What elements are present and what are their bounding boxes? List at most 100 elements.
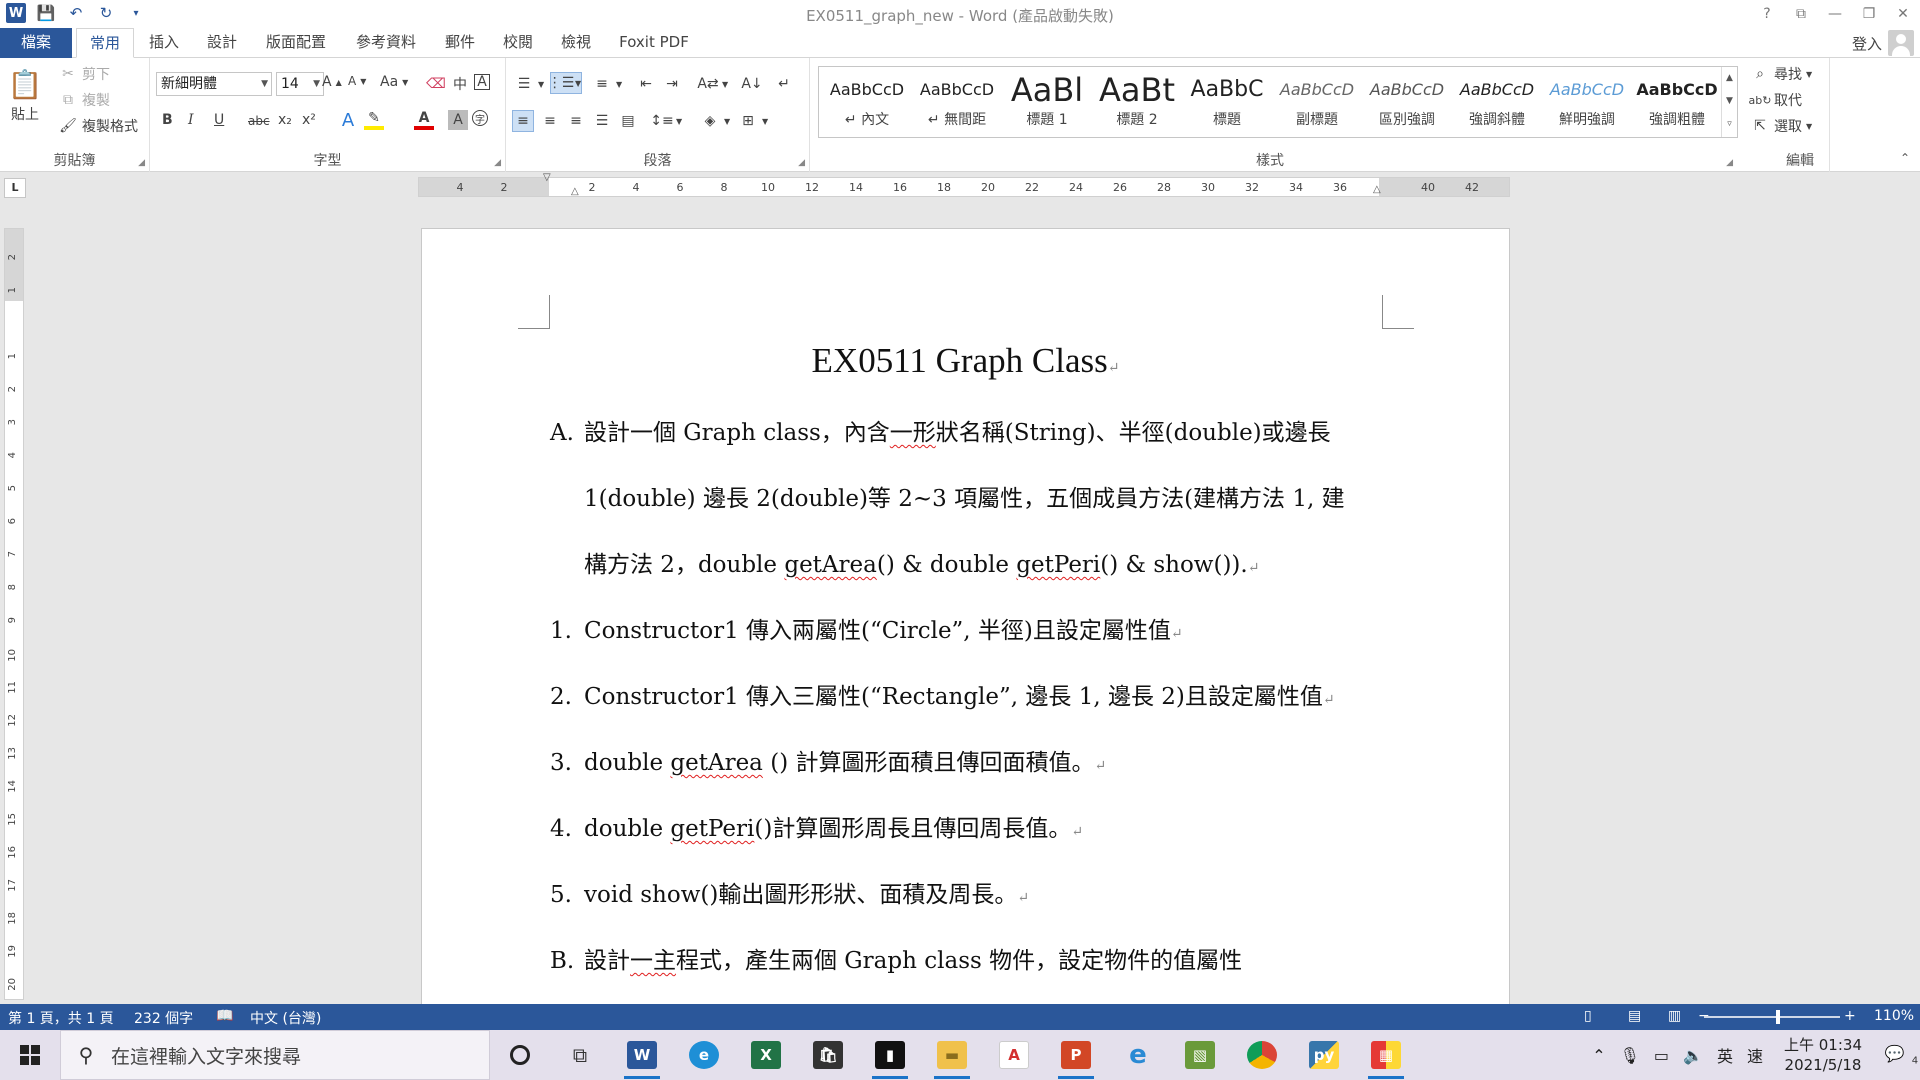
list-item-a[interactable]: A. 設計一個 Graph class，內含一形狀名稱(String)、半徑(do… — [550, 413, 1331, 447]
character-shading-button[interactable]: A — [448, 110, 468, 130]
first-line-indent-marker[interactable]: ▽ — [543, 172, 551, 183]
page-count[interactable]: 第 1 頁，共 1 頁 — [8, 1008, 114, 1028]
signin-area[interactable]: 登入 — [1852, 30, 1914, 56]
style-strong[interactable]: AaBbCcD 強調粗體 — [1633, 71, 1721, 133]
battery-icon[interactable]: ▭ — [1654, 1046, 1669, 1065]
list-item-b[interactable]: B. 設計一主程式，產生兩個 Graph class 物件，設定物件的值屬性 — [550, 941, 1242, 975]
distributed-button[interactable]: ▤ — [618, 111, 638, 131]
vertical-ruler[interactable]: 2 1 1 2 3 4 5 6 7 8 9 10 11 12 13 14 15 … — [4, 228, 24, 1000]
tab-references[interactable]: 參考資料 — [352, 28, 420, 58]
chevron-up-icon[interactable]: ⌃ — [1592, 1046, 1605, 1065]
cut-button[interactable]: ✂ 剪下 — [58, 64, 110, 84]
style-title[interactable]: AaBbC 標題 — [1183, 71, 1271, 133]
chevron-down-icon[interactable]: ▼ — [1722, 90, 1737, 113]
zoom-slider[interactable] — [1704, 1016, 1840, 1018]
taskbar-terminal[interactable]: ▮ — [870, 1037, 910, 1079]
document-page[interactable]: EX0511 Graph Class↵ A. 設計一個 Graph class，內… — [421, 228, 1510, 1004]
borders-button[interactable]: ⊞ ▼ — [738, 111, 768, 131]
ribbon-display-button[interactable]: ⧉ — [1784, 0, 1818, 28]
enclose-characters-button[interactable]: 字 — [472, 110, 488, 126]
volume-icon[interactable]: 🔈 — [1683, 1046, 1703, 1065]
numbering-button[interactable]: ⋮☰ ▼ — [548, 72, 583, 94]
right-indent-marker[interactable]: △ — [1373, 184, 1381, 195]
text-direction-button[interactable]: A⇄ ▼ — [697, 74, 728, 94]
decrease-indent-button[interactable]: ⇤ — [636, 74, 656, 94]
collapse-ribbon-icon[interactable]: ⌃ — [1900, 151, 1910, 165]
list-item-3[interactable]: 3. double getArea () 計算圖形面積且傳回面積值。↵ — [550, 743, 1106, 777]
style-subtitle[interactable]: AaBbCcD 副標題 — [1273, 71, 1361, 133]
tab-layout[interactable]: 版面配置 — [262, 28, 330, 58]
web-layout-icon[interactable]: ▥ — [1668, 1008, 1681, 1024]
taskbar-chrome[interactable] — [1242, 1037, 1282, 1073]
style-heading-2[interactable]: AaBt 標題 2 — [1093, 71, 1181, 133]
subscript-button[interactable]: x₂ — [278, 112, 292, 128]
taskbar-edge[interactable]: e — [684, 1037, 724, 1073]
strikethrough-button[interactable]: abc — [248, 114, 270, 128]
taskbar-search[interactable]: ⚲ 在這裡輸入文字來搜尋 — [60, 1030, 490, 1080]
multilevel-list-button[interactable]: ≡ ▼ — [592, 74, 622, 94]
signin-link[interactable]: 登入 — [1852, 33, 1882, 54]
zoom-slider-thumb[interactable] — [1776, 1010, 1780, 1024]
select-button[interactable]: ⇱ 選取 ▼ — [1750, 116, 1812, 136]
clipboard-launcher-icon[interactable]: ◢ — [138, 158, 145, 168]
ime-mode[interactable]: 速 — [1747, 1043, 1763, 1067]
taskbar-powerpoint[interactable]: P — [1056, 1037, 1096, 1079]
bullets-button[interactable]: ☰ ▼ — [514, 74, 544, 94]
align-left-button[interactable]: ≡ — [512, 110, 534, 132]
list-item-5[interactable]: 5. void show()輸出圖形形狀、面積及周長。↵ — [550, 875, 1029, 909]
find-button[interactable]: ⌕ 尋找 ▼ — [1750, 64, 1812, 84]
taskbar-acrobat[interactable]: A — [994, 1037, 1034, 1073]
taskbar-excel[interactable]: X — [746, 1037, 786, 1073]
sort-button[interactable]: A↓ — [741, 74, 762, 94]
list-item-a-line-2[interactable]: 1(double) 邊長 2(double)等 2~3 項屬性，五個成員方法(建… — [584, 479, 1345, 513]
superscript-button[interactable]: x² — [302, 112, 316, 128]
style-heading-1[interactable]: AaBl 標題 1 — [1003, 71, 1091, 133]
word-count[interactable]: 232 個字 — [134, 1008, 193, 1028]
document-title[interactable]: EX0511 Graph Class↵ — [422, 341, 1509, 381]
style-subtle-emphasis[interactable]: AaBbCcD 區別強調 — [1363, 71, 1451, 133]
shrink-font-button[interactable]: A ▼ — [348, 74, 366, 88]
tab-view[interactable]: 檢視 — [558, 28, 594, 58]
zoom-in-button[interactable]: + — [1844, 1008, 1856, 1024]
paste-button[interactable]: 📋 貼上 — [8, 66, 43, 124]
paragraph-launcher-icon[interactable]: ◢ — [798, 158, 805, 168]
task-view-button[interactable]: ⧉ — [560, 1037, 600, 1073]
zoom-level[interactable]: 110% — [1874, 1008, 1914, 1024]
change-case-button[interactable]: Aa ▼ — [380, 74, 408, 90]
cortana-button[interactable] — [500, 1037, 540, 1073]
tab-file[interactable]: 檔案 — [0, 28, 72, 58]
style-emphasis[interactable]: AaBbCcD 強調斜體 — [1453, 71, 1541, 133]
horizontal-ruler[interactable]: 4 2 2 4 6 8 10 12 14 16 18 20 22 24 26 2… — [418, 172, 1510, 197]
ime-language[interactable]: 英 — [1717, 1043, 1733, 1067]
clock[interactable]: 上午 01:34 2021/5/18 — [1784, 1035, 1862, 1075]
list-item-1[interactable]: 1. Constructor1 傳入兩屬性(“Circle”, 半徑)且設定屬性值… — [550, 611, 1183, 645]
text-effects-button[interactable]: A — [338, 110, 358, 131]
grow-font-button[interactable]: A ▲ — [322, 74, 342, 90]
increase-indent-button[interactable]: ⇥ — [662, 74, 682, 94]
list-item-2[interactable]: 2. Constructor1 傳入三屬性(“Rectangle”, 邊長 1, … — [550, 677, 1335, 711]
tab-home[interactable]: 常用 — [76, 28, 134, 58]
styles-launcher-icon[interactable]: ◢ — [1726, 158, 1733, 168]
taskbar-store[interactable]: 🛍 — [808, 1037, 848, 1073]
taskbar-file-explorer[interactable]: ▬ — [932, 1037, 972, 1079]
character-border-button[interactable]: A — [474, 74, 490, 90]
tab-mailings[interactable]: 郵件 — [442, 28, 478, 58]
phonetic-guide-button[interactable]: 中 — [450, 74, 470, 94]
align-right-button[interactable]: ≡ — [566, 111, 586, 131]
style-normal[interactable]: AaBbCcD ↵ 內文 — [823, 71, 911, 133]
bold-button[interactable]: B — [162, 112, 173, 128]
tab-selector[interactable]: L — [4, 178, 26, 198]
hanging-indent-marker[interactable]: △ — [571, 186, 579, 197]
copy-button[interactable]: ⧉ 複製 — [58, 90, 110, 110]
font-launcher-icon[interactable]: ◢ — [494, 158, 501, 168]
style-no-spacing[interactable]: AaBbCcD ↵ 無間距 — [913, 71, 1001, 133]
start-button[interactable] — [0, 1030, 60, 1080]
clear-formatting-button[interactable]: ⌫ — [426, 74, 446, 94]
close-button[interactable]: ✕ — [1886, 0, 1920, 28]
align-center-button[interactable]: ≡ — [540, 111, 560, 131]
replace-button[interactable]: ab↻ 取代 — [1749, 90, 1802, 110]
tab-review[interactable]: 校閱 — [500, 28, 536, 58]
font-name-combo[interactable]: 新細明體 ▼ — [156, 72, 272, 96]
tab-insert[interactable]: 插入 — [146, 28, 182, 58]
taskbar-internet-explorer[interactable]: e — [1118, 1037, 1158, 1073]
